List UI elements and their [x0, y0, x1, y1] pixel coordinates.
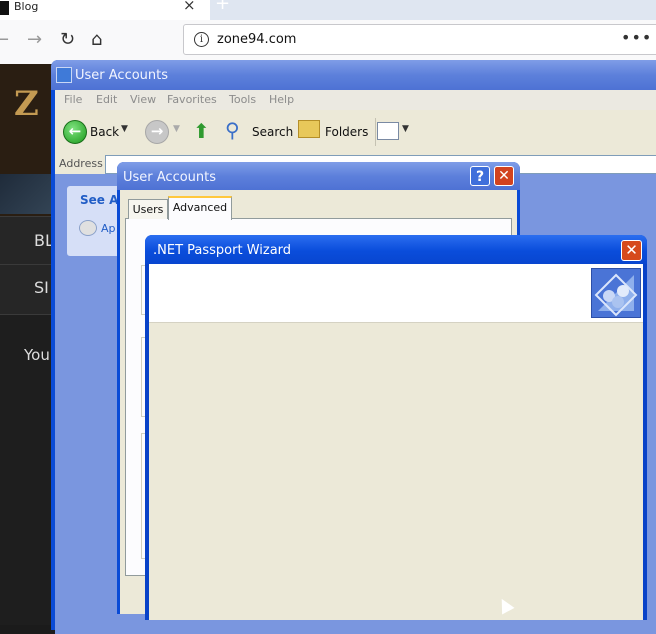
site-banner: Z — [0, 64, 52, 216]
site-nav-label: SI — [34, 278, 49, 297]
back-icon[interactable]: ← — [0, 30, 9, 50]
site-logo: Z — [14, 84, 39, 124]
up-folder-icon[interactable]: ⬆ — [193, 119, 210, 143]
menu-file[interactable]: File — [64, 93, 82, 106]
forward-icon[interactable]: → — [27, 30, 42, 50]
back-arrow-icon[interactable]: ← — [63, 120, 87, 144]
wizard-body — [149, 323, 643, 620]
tab-users[interactable]: Users — [128, 199, 168, 219]
menu-bar: File Edit View Favorites Tools Help — [55, 90, 656, 110]
dialog-titlebar[interactable]: User Accounts ? ✕ — [117, 162, 520, 190]
help-button[interactable]: ? — [470, 166, 490, 186]
url-text: zone94.com — [217, 32, 297, 47]
wizard-titlebar[interactable]: .NET Passport Wizard ✕ — [145, 235, 647, 264]
tasks-link[interactable]: Ap — [101, 222, 116, 235]
tab-title: Blog — [14, 0, 39, 13]
tab-close-icon[interactable]: × — [183, 0, 196, 13]
accounts-link-icon — [79, 220, 97, 236]
menu-edit[interactable]: Edit — [96, 93, 117, 106]
passport-logo-icon — [591, 268, 641, 318]
page-actions-icon[interactable]: ••• — [621, 28, 652, 47]
banner-image — [0, 174, 52, 214]
home-icon[interactable]: ⌂ — [91, 30, 102, 50]
folders-icon[interactable] — [298, 120, 320, 138]
search-button[interactable]: Search — [252, 125, 293, 139]
menu-tools[interactable]: Tools — [229, 93, 256, 106]
toolbar-separator — [375, 118, 376, 146]
browser-tab[interactable]: Blog × — [0, 0, 210, 20]
reload-icon[interactable]: ↻ — [60, 30, 75, 50]
new-tab-icon[interactable]: + — [215, 0, 230, 13]
address-label: Address — [59, 157, 103, 170]
menu-help[interactable]: Help — [269, 93, 294, 106]
info-icon[interactable]: i — [194, 32, 209, 47]
wizard-close-button[interactable]: ✕ — [621, 240, 642, 261]
site-content: You — [0, 314, 52, 625]
site-nav-item[interactable]: BL — [0, 216, 54, 265]
favicon-icon — [0, 1, 9, 15]
views-icon[interactable] — [377, 122, 399, 140]
forward-dropdown-icon[interactable]: ▼ — [173, 124, 180, 134]
tab-advanced[interactable]: Advanced — [168, 196, 232, 220]
back-button[interactable]: Back — [90, 125, 119, 139]
dialog-title: User Accounts — [123, 170, 217, 185]
browser-tab-bar: Blog × + — [0, 0, 656, 20]
menu-favorites[interactable]: Favorites — [167, 93, 217, 106]
url-bar[interactable]: i zone94.com ••• — [183, 24, 656, 55]
folders-button[interactable]: Folders — [325, 125, 368, 139]
site-text: You — [24, 346, 50, 364]
passport-wizard-window: .NET Passport Wizard ✕ — [145, 235, 647, 620]
forward-arrow-icon[interactable]: → — [145, 120, 169, 144]
window-icon — [56, 67, 72, 83]
back-dropdown-icon[interactable]: ▼ — [121, 124, 128, 134]
wizard-header — [149, 264, 643, 323]
views-dropdown-icon[interactable]: ▼ — [402, 124, 409, 134]
search-icon[interactable]: ⚲ — [225, 118, 240, 142]
window-titlebar[interactable]: User Accounts — [51, 60, 656, 90]
site-nav-item[interactable]: SI — [0, 264, 52, 315]
toolbar: ← Back ▼ → ▼ ⬆ ⚲ Search Folders ▼ — [55, 110, 656, 155]
close-button[interactable]: ✕ — [494, 166, 514, 186]
menu-view[interactable]: View — [130, 93, 156, 106]
wizard-title: .NET Passport Wizard — [153, 243, 292, 258]
window-title: User Accounts — [75, 68, 169, 83]
